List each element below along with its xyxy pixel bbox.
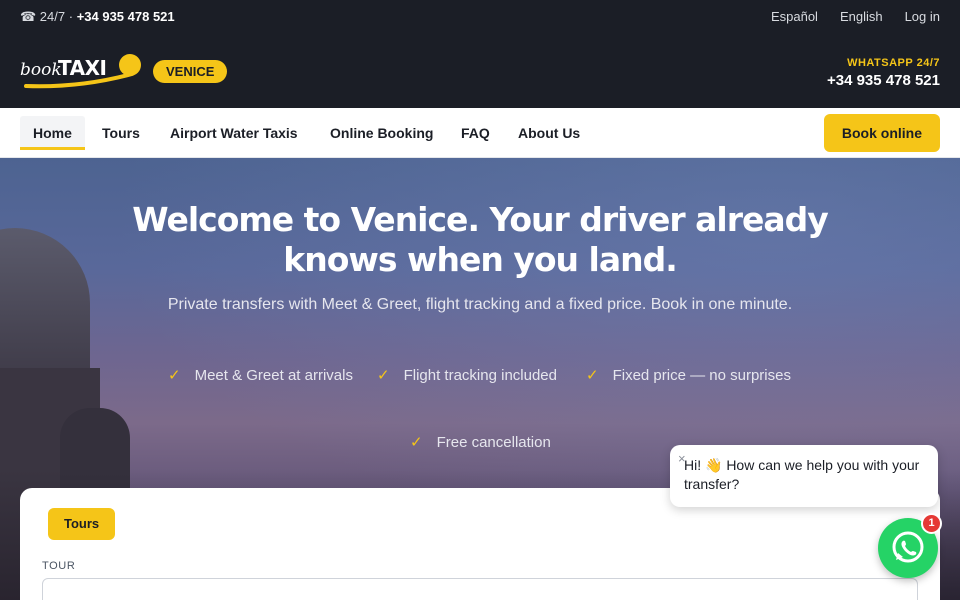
hero-subtitle: Private transfers with Meet & Greet, fli… [167,296,793,313]
language-links: Español English Log in [749,9,940,24]
chat-bubble[interactable]: Hi! 👋 How can we help you with your tran… [670,445,938,507]
check-icon: ✓ [586,367,599,384]
feature-item: ✓ Free cancellation [410,433,551,451]
book-online-button[interactable]: Book online [823,114,940,152]
main-nav: Home Tours Airport Water Taxis Online Bo… [0,108,960,158]
notification-badge: 1 [921,513,942,534]
nav-item-about-us[interactable]: About Us [505,116,593,150]
feature-label: Free cancellation [436,434,551,451]
close-icon[interactable]: × [678,451,686,466]
check-icon: ✓ [168,367,181,384]
whatsapp-number[interactable]: +34 935 478 521 [827,72,940,89]
logo-book-text: book [20,60,62,80]
topbar-phone[interactable]: ☎ 24/7 · +34 935 478 521 [20,9,175,25]
feature-item: ✓ Fixed price — no surprises [586,366,791,384]
nav-item-tours[interactable]: Tours [89,116,153,150]
feature-label: Meet & Greet at arrivals [194,367,353,384]
whatsapp-label: WHATSAPP 24/7 [847,57,940,69]
feature-list: ✓ Meet & Greet at arrivals ✓ Flight tracki… [0,365,960,455]
tour-field-label: TOUR [42,560,76,572]
nav-item-faq[interactable]: FAQ [448,116,503,150]
tab-tours[interactable]: Tours [48,508,116,540]
topbar-phone-number[interactable]: +34 935 478 521 [77,9,175,24]
topbar-phone-prefix: ☎ 24/7 · [20,9,74,24]
hero-title: Welcome to Venice. Your driver already k… [132,200,829,279]
top-bar: ☎ 24/7 · +34 935 478 521 Español English… [0,0,960,34]
hero-background-dome [0,228,90,388]
feature-item: ✓ Flight tracking included [377,366,557,384]
nav-item-home[interactable]: Home [20,116,85,150]
city-badge: VENICE [153,60,228,83]
logo-taxi-text: TAXI [58,56,107,80]
brand-header: book TAXI VENICE WHATSAPP 24/7 +34 935 4… [0,34,960,108]
check-icon: ✓ [410,434,423,451]
tour-select[interactable] [42,578,918,600]
feature-label: Fixed price — no surprises [612,367,791,384]
nav-item-airport-water-taxis[interactable]: Airport Water Taxis [157,116,311,150]
login-link[interactable]: Log in [905,9,940,24]
nav-item-online-booking[interactable]: Online Booking [317,116,446,150]
lang-espanol-link[interactable]: Español [771,9,818,24]
check-icon: ✓ [377,367,390,384]
booktaxi-logo[interactable]: book TAXI [20,52,144,92]
chat-message: Hi! 👋 How can we help you with your tran… [684,457,920,492]
feature-item: ✓ Meet & Greet at arrivals [168,366,353,384]
feature-label: Flight tracking included [403,367,557,384]
lang-english-link[interactable]: English [840,9,883,24]
